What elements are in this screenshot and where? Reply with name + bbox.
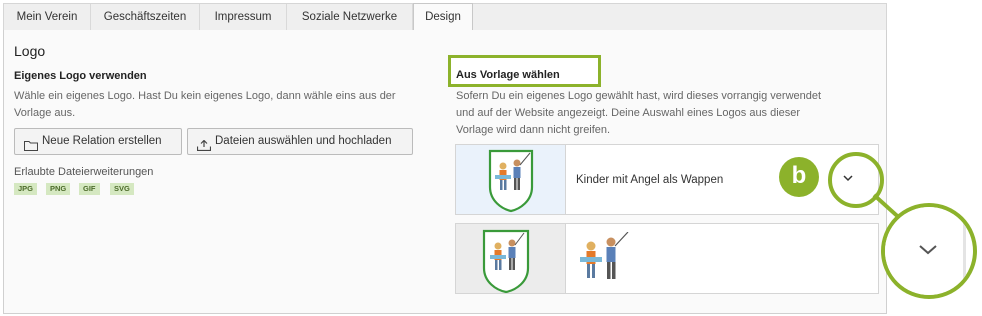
new-relation-button[interactable]: Neue Relation erstellen <box>14 128 182 155</box>
own-logo-description: Wähle ein eigenes Logo. Hast Du kein eig… <box>14 88 444 122</box>
tab-design[interactable]: Design <box>413 3 473 32</box>
upload-label: Dateien auswählen und hochladen <box>215 135 392 147</box>
section-title: Logo <box>14 43 46 59</box>
crest-image <box>482 229 530 294</box>
upload-button[interactable]: Dateien auswählen und hochladen <box>187 128 413 155</box>
extension-badge: SVG <box>110 183 134 195</box>
template-description: Sofern Du ein eigenes Logo gewählt hast,… <box>456 88 876 139</box>
template-title: Aus Vorlage wählen <box>456 69 560 81</box>
form-frame: Mein Verein Geschäftszeiten Impressum So… <box>3 0 887 316</box>
extension-badge: JPG <box>14 183 38 195</box>
template-description-line3: Vorlage wird dann nicht greifen. <box>456 124 611 136</box>
panel-bottom-border <box>3 313 887 314</box>
new-relation-label: Neue Relation erstellen <box>42 135 162 147</box>
own-logo-description-line1: Wähle ein eigenes Logo. Hast Du kein eig… <box>14 90 396 102</box>
own-logo-description-line2: Vorlage aus. <box>14 107 76 119</box>
selected-template-thumbnail <box>456 145 566 214</box>
template-description-line2: und auf der Website angezeigt. Deine Aus… <box>456 107 801 119</box>
crest-image <box>488 149 534 213</box>
selected-template-label: Kinder mit Angel als Wappen <box>576 174 724 186</box>
extension-badge: GIF <box>79 183 100 195</box>
tab-bar: Mein Verein Geschäftszeiten Impressum So… <box>3 3 887 32</box>
template-description-line1: Sofern Du ein eigenes Logo gewählt hast,… <box>456 90 822 102</box>
tab-soziale-netzwerke[interactable]: Soziale Netzwerke <box>287 4 413 31</box>
folder-icon <box>24 136 38 151</box>
annotation-zoom-ring <box>881 203 977 299</box>
tab-geschaeftszeiten[interactable]: Geschäftszeiten <box>91 4 200 31</box>
annotation-marker-b: b <box>779 157 819 197</box>
extension-badge: PNG <box>46 183 71 195</box>
template-preview-card <box>455 223 879 294</box>
preview-thumbnail <box>456 224 566 294</box>
tab-mein-verein[interactable]: Mein Verein <box>4 4 91 31</box>
extensions-label: Erlaubte Dateierweiterungen <box>14 166 154 178</box>
zoom-edge <box>963 207 966 295</box>
upload-icon <box>196 136 212 152</box>
tab-impressum[interactable]: Impressum <box>200 4 287 31</box>
chevron-down-icon <box>919 245 937 255</box>
own-logo-title: Eigenes Logo verwenden <box>14 70 147 82</box>
children-fishing-image <box>580 232 629 279</box>
